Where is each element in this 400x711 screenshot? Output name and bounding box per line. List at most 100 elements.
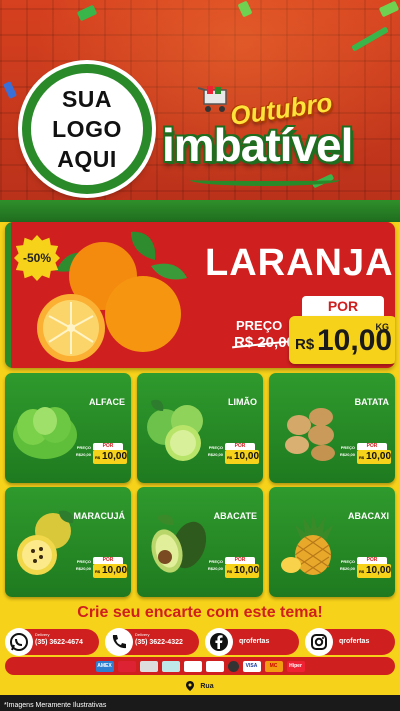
price-unit: KG xyxy=(375,322,390,332)
card-icon xyxy=(183,660,202,672)
visa-card-icon: VISA xyxy=(242,660,261,672)
address-line: Rua xyxy=(0,678,400,694)
card-icon xyxy=(161,660,180,672)
featured-offer[interactable]: -50% LARANJA POR PREÇO R$ 20,00 R$ 10,00… xyxy=(5,222,395,368)
address-text: Rua xyxy=(200,682,214,690)
product-name: LIMÃO xyxy=(228,397,257,407)
disclaimer-bar: *Imagens Meramente Ilustrativas xyxy=(0,695,400,711)
currency: R$ xyxy=(227,455,233,460)
lettuce-icon xyxy=(13,407,77,459)
confetti-decoration xyxy=(76,4,98,22)
preco-label: PREÇO xyxy=(76,559,91,564)
product-card[interactable]: MARACUJÁ POR PREÇO R$20,00 R$ 10,00 xyxy=(5,487,131,597)
phone-contact[interactable]: Delivery (35) 3622-4322 xyxy=(105,628,199,656)
facebook-contact[interactable]: qrofertas xyxy=(205,628,299,656)
instagram-contact[interactable]: qrofertas xyxy=(305,628,395,656)
whatsapp-phone: (35) 3622-4674 xyxy=(35,639,83,646)
price-box: R$ 10,00 KG xyxy=(289,316,395,364)
hipercard-icon: Hiper xyxy=(286,660,305,672)
potato-icon xyxy=(285,408,335,461)
preco-label: PREÇO xyxy=(208,559,223,564)
product-card[interactable]: ABACATE POR PREÇO R$20,00 R$ 10,00 xyxy=(137,487,263,597)
card-icon xyxy=(117,660,136,672)
old-price: R$20,00 xyxy=(339,566,355,571)
price-box: R$ 10,00 xyxy=(357,564,391,578)
title-main: imbatível xyxy=(162,119,353,171)
product-name: ABACATE xyxy=(213,511,257,521)
por-label: POR xyxy=(357,443,387,450)
featured-product-name: LARANJA xyxy=(205,242,394,284)
confetti-decoration xyxy=(2,81,18,99)
location-pin-icon xyxy=(186,681,195,691)
preco-label: PREÇO xyxy=(76,445,91,450)
phone-number: (35) 3622-4322 xyxy=(135,639,183,646)
old-price: R$20,00 xyxy=(339,452,355,457)
currency: R$ xyxy=(359,569,365,574)
product-card[interactable]: ALFACE POR PREÇO R$20,00 R$ 10,00 xyxy=(5,373,131,483)
price-box: R$ 10,00 xyxy=(225,564,259,578)
price-value: 10,00 xyxy=(234,451,260,462)
shopping-cart-icon xyxy=(198,86,227,112)
lime-icon xyxy=(147,399,203,461)
logo-line-3: AQUI xyxy=(57,146,117,172)
preco-label: PREÇO xyxy=(340,445,355,450)
currency: R$ xyxy=(95,455,101,460)
por-label: POR xyxy=(93,443,123,450)
instagram-handle: qrofertas xyxy=(339,638,370,645)
phone-label: Delivery xyxy=(135,632,150,637)
contacts-bar: Delivery (35) 3622-4674 Delivery (35) 36… xyxy=(5,628,395,656)
product-card[interactable]: ABACAXI POR PREÇO R$20,00 R$ 10,00 xyxy=(269,487,395,597)
por-label: POR xyxy=(225,443,255,450)
facebook-icon xyxy=(205,628,233,656)
price-box: R$ 10,00 xyxy=(225,450,259,464)
price-value: 10,00 xyxy=(366,565,392,576)
por-label: POR xyxy=(357,557,387,564)
preco-label: PREÇO xyxy=(236,318,283,333)
disclaimer-text: *Imagens Meramente Ilustrativas xyxy=(4,702,107,709)
currency: R$ xyxy=(295,336,315,353)
price-value: 10,00 xyxy=(102,451,128,462)
mastercard-icon: MC xyxy=(264,660,283,672)
payment-methods: AMEX VISA MC Hiper xyxy=(5,657,395,675)
product-name: MARACUJÁ xyxy=(73,511,126,521)
flyer-page: SUA LOGO AQUI Outubro imbatível -50% LAR… xyxy=(0,0,400,711)
passion-fruit-icon xyxy=(17,510,74,575)
header-banner: SUA LOGO AQUI Outubro imbatível xyxy=(0,0,400,218)
currency: R$ xyxy=(95,569,101,574)
preco-label: PREÇO xyxy=(340,559,355,564)
whatsapp-label: Delivery xyxy=(35,632,50,637)
old-price: R$20,00 xyxy=(75,566,91,571)
old-price: R$ 20,00 xyxy=(234,334,295,351)
product-name: ALFACE xyxy=(89,397,125,407)
price-value: 10,00 xyxy=(234,565,260,576)
old-price: R$20,00 xyxy=(207,566,223,571)
price-box: R$ 10,00 xyxy=(93,450,127,464)
price-box: R$ 10,00 xyxy=(357,450,391,464)
price-box: R$ 10,00 xyxy=(93,564,127,578)
campaign-title: Outubro imbatível xyxy=(160,82,392,192)
product-name: BATATA xyxy=(354,397,389,407)
title-swoosh xyxy=(190,174,340,186)
confetti-decoration xyxy=(351,26,389,52)
card-icon xyxy=(139,660,158,672)
product-grid: ALFACE POR PREÇO R$20,00 R$ 10,00 LIMÃO P… xyxy=(5,373,395,599)
price-value: 10,00 xyxy=(102,565,128,576)
cta-text: Crie seu encarte com este tema! xyxy=(77,604,323,621)
instagram-icon xyxy=(305,628,333,656)
avocado-icon xyxy=(151,514,207,573)
preco-label: PREÇO xyxy=(208,445,223,450)
product-name: ABACAXI xyxy=(347,511,389,521)
currency: R$ xyxy=(359,455,365,460)
product-card[interactable]: LIMÃO POR PREÇO R$20,00 R$ 10,00 xyxy=(137,373,263,483)
whatsapp-contact[interactable]: Delivery (35) 3622-4674 xyxy=(5,628,99,656)
confetti-decoration xyxy=(237,0,253,18)
store-logo-placeholder: SUA LOGO AQUI xyxy=(22,64,152,194)
por-label: POR xyxy=(302,296,384,316)
product-card[interactable]: BATATA POR PREÇO R$20,00 R$ 10,00 xyxy=(269,373,395,483)
logo-line-2: LOGO xyxy=(52,116,122,142)
old-price: R$20,00 xyxy=(207,452,223,457)
amex-card-icon: AMEX xyxy=(95,660,114,672)
elo-card-icon xyxy=(227,660,239,672)
pineapple-icon xyxy=(281,513,333,575)
currency: R$ xyxy=(227,569,233,574)
